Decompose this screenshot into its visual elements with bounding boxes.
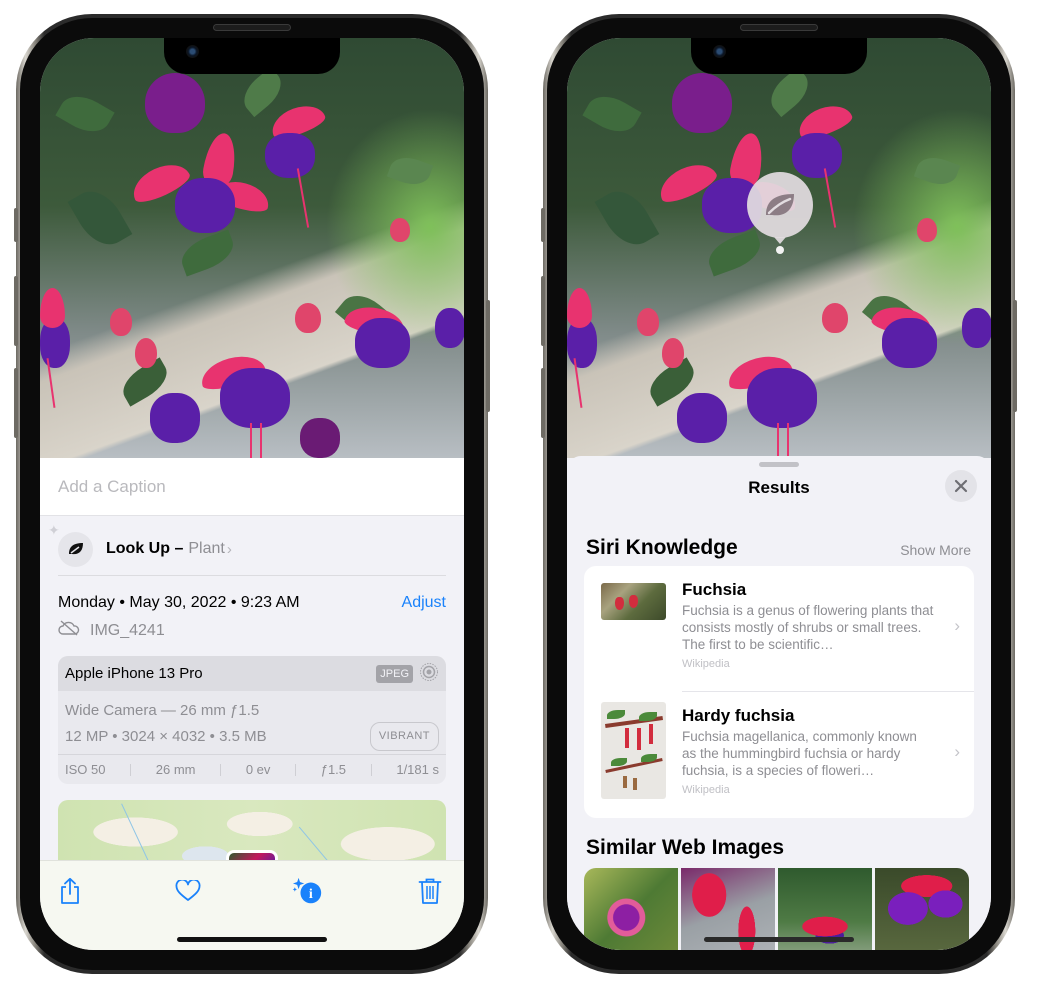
exif-header: Apple iPhone 13 Pro JPEG	[58, 656, 446, 691]
notch	[164, 38, 340, 74]
share-icon	[61, 877, 79, 904]
result-description: Fuchsia magellanica, commonly known as t…	[682, 729, 917, 778]
leaf-icon	[58, 531, 93, 567]
fuchsia-photo[interactable]	[40, 38, 464, 458]
cloud-slash-icon	[58, 620, 80, 641]
chevron-right-icon: ›	[954, 616, 960, 635]
home-indicator[interactable]	[177, 937, 327, 942]
sheet-title: Results	[748, 478, 810, 497]
front-camera	[186, 45, 199, 58]
exposure-value: 0 ev	[245, 762, 271, 777]
notch	[691, 38, 867, 74]
device-name: Apple iPhone 13 Pro	[65, 665, 203, 682]
shutter-speed-value: 1/181 s	[396, 762, 439, 777]
photo-date: Monday • May 30, 2022 • 9:23 AM	[58, 594, 300, 611]
result-thumbnail	[601, 702, 666, 799]
result-source: Wikipedia	[682, 784, 730, 796]
share-button[interactable]	[54, 875, 86, 907]
earpiece-speaker	[740, 24, 818, 31]
visual-look-up-screen: Results Siri Knowledge Show More Fuchsia…	[567, 38, 991, 950]
look-up-category: Plant	[188, 540, 225, 557]
resolution-info: 12 MP • 3024 × 4032 • 3.5 MB	[65, 728, 267, 745]
close-icon	[954, 479, 968, 493]
look-up-plant-button[interactable]: ✦ Look Up – Plant ›	[40, 522, 464, 574]
live-photo-icon	[419, 662, 439, 686]
favorite-button[interactable]	[172, 875, 204, 907]
iso-value: ISO 50	[65, 762, 106, 777]
delete-button[interactable]	[414, 875, 446, 907]
spec-separator	[295, 763, 297, 776]
date-row: Monday • May 30, 2022 • 9:23 AM Adjust	[58, 594, 446, 612]
siri-knowledge-title: Siri Knowledge	[586, 536, 738, 559]
volume-up-button	[14, 276, 18, 346]
spec-separator	[370, 763, 372, 776]
fuchsia-photo[interactable]	[567, 38, 991, 458]
subject-dot	[776, 246, 784, 254]
volume-down-button	[541, 368, 545, 438]
volume-down-button	[14, 368, 18, 438]
result-description: Fuchsia is a genus of flowering plants t…	[682, 603, 934, 652]
similar-web-images-title: Similar Web Images	[586, 836, 785, 859]
siri-knowledge-card: Fuchsia Fuchsia is a genus of flowering …	[584, 566, 974, 818]
info-button[interactable]: i	[292, 875, 324, 907]
mute-switch	[14, 208, 18, 242]
spec-separator	[130, 763, 132, 776]
filename: IMG_4241	[90, 621, 165, 639]
home-indicator[interactable]	[704, 937, 854, 942]
lens-info: Wide Camera — 26 mm ƒ1.5 12 MP • 3024 × …	[58, 691, 446, 751]
heart-icon	[175, 880, 201, 901]
exif-card: Apple iPhone 13 Pro JPEG Wide Camera — 2…	[58, 656, 446, 784]
photos-info-screen: Add a Caption ✦ Look Up – Plant › Monday…	[40, 38, 464, 950]
aperture-value: ƒ1.5	[320, 762, 347, 777]
sheet-grabber[interactable]	[759, 462, 799, 467]
spec-separator	[220, 763, 222, 776]
svg-text:i: i	[309, 886, 313, 902]
side-button	[486, 300, 490, 412]
trash-icon	[418, 878, 442, 904]
look-up-label: Look Up –	[106, 540, 184, 557]
result-title: Hardy fuchsia	[682, 706, 795, 725]
bottom-toolbar: i	[40, 860, 464, 950]
divider	[58, 575, 446, 576]
chevron-right-icon: ›	[226, 540, 232, 558]
exposure-specs: ISO 50 26 mm 0 ev ƒ1.5 1/181 s	[58, 754, 446, 784]
web-image[interactable]	[584, 868, 678, 950]
info-sparkle-icon: i	[292, 877, 322, 904]
lens-description: Wide Camera — 26 mm ƒ1.5	[65, 702, 260, 719]
close-button[interactable]	[945, 470, 977, 502]
mute-switch	[541, 208, 545, 242]
photo-style-badge: VIBRANT	[369, 722, 439, 751]
knowledge-result[interactable]: Hardy fuchsia Fuchsia magellanica, commo…	[584, 692, 974, 818]
side-button	[1013, 300, 1017, 412]
visual-look-up-button[interactable]	[747, 172, 813, 238]
focal-length-value: 26 mm	[155, 762, 196, 777]
show-more-button[interactable]: Show More	[900, 542, 971, 558]
left-phone: Add a Caption ✦ Look Up – Plant › Monday…	[14, 14, 490, 974]
front-camera	[713, 45, 726, 58]
results-sheet: Results Siri Knowledge Show More Fuchsia…	[567, 456, 991, 950]
file-row: IMG_4241	[58, 620, 165, 641]
result-title: Fuchsia	[682, 580, 747, 599]
result-source: Wikipedia	[682, 658, 730, 670]
leaf-icon	[766, 194, 794, 216]
caption-input[interactable]: Add a Caption	[40, 458, 464, 516]
earpiece-speaker	[213, 24, 291, 31]
result-thumbnail	[601, 583, 666, 620]
format-badge: JPEG	[376, 664, 413, 683]
chevron-right-icon: ›	[954, 742, 960, 761]
web-image[interactable]	[875, 868, 969, 950]
adjust-button[interactable]: Adjust	[402, 594, 446, 612]
right-phone: Results Siri Knowledge Show More Fuchsia…	[541, 14, 1017, 974]
volume-up-button	[541, 276, 545, 346]
knowledge-result[interactable]: Fuchsia Fuchsia is a genus of flowering …	[584, 566, 974, 692]
sparkle-icon: ✦	[48, 522, 60, 538]
